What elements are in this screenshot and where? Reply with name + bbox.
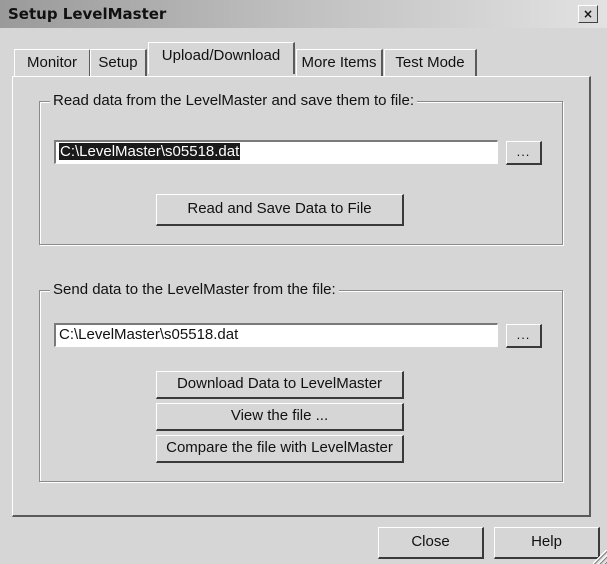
read-browse-button[interactable]: ... <box>506 141 542 165</box>
read-file-path-text: C:\LevelMaster\s05518.dat <box>59 143 241 160</box>
send-file-path-input[interactable]: C:\LevelMaster\s05518.dat <box>54 323 498 347</box>
tab-monitor[interactable]: Monitor <box>14 49 91 76</box>
download-data-button[interactable]: Download Data to LevelMaster <box>156 371 404 399</box>
send-file-path-text: C:\LevelMaster\s05518.dat <box>59 326 239 343</box>
compare-file-button[interactable]: Compare the file with LevelMaster <box>156 435 404 463</box>
send-group-label: Send data to the LevelMaster from the fi… <box>50 281 339 298</box>
tab-upload-download[interactable]: Upload/Download <box>148 42 295 74</box>
tab-test-mode[interactable]: Test Mode <box>384 49 477 76</box>
close-window-icon[interactable]: × <box>578 5 598 23</box>
title-bar[interactable]: Setup LevelMaster × <box>0 0 607 28</box>
upload-download-panel: Read data from the LevelMaster and save … <box>12 76 591 517</box>
read-and-save-button[interactable]: Read and Save Data to File <box>156 194 404 226</box>
help-button[interactable]: Help <box>494 527 600 559</box>
read-group-label: Read data from the LevelMaster and save … <box>50 92 418 109</box>
read-data-group: Read data from the LevelMaster and save … <box>39 92 563 245</box>
resize-grip-icon[interactable] <box>593 550 607 564</box>
close-button[interactable]: Close <box>378 527 484 559</box>
send-browse-button[interactable]: ... <box>506 324 542 348</box>
read-file-path-input[interactable]: C:\LevelMaster\s05518.dat <box>54 140 498 164</box>
window-title: Setup LevelMaster <box>8 5 167 23</box>
view-file-button[interactable]: View the file ... <box>156 403 404 431</box>
tab-more-items[interactable]: More Items <box>296 49 383 76</box>
send-data-group: Send data to the LevelMaster from the fi… <box>39 281 563 482</box>
tab-setup[interactable]: Setup <box>90 49 147 76</box>
